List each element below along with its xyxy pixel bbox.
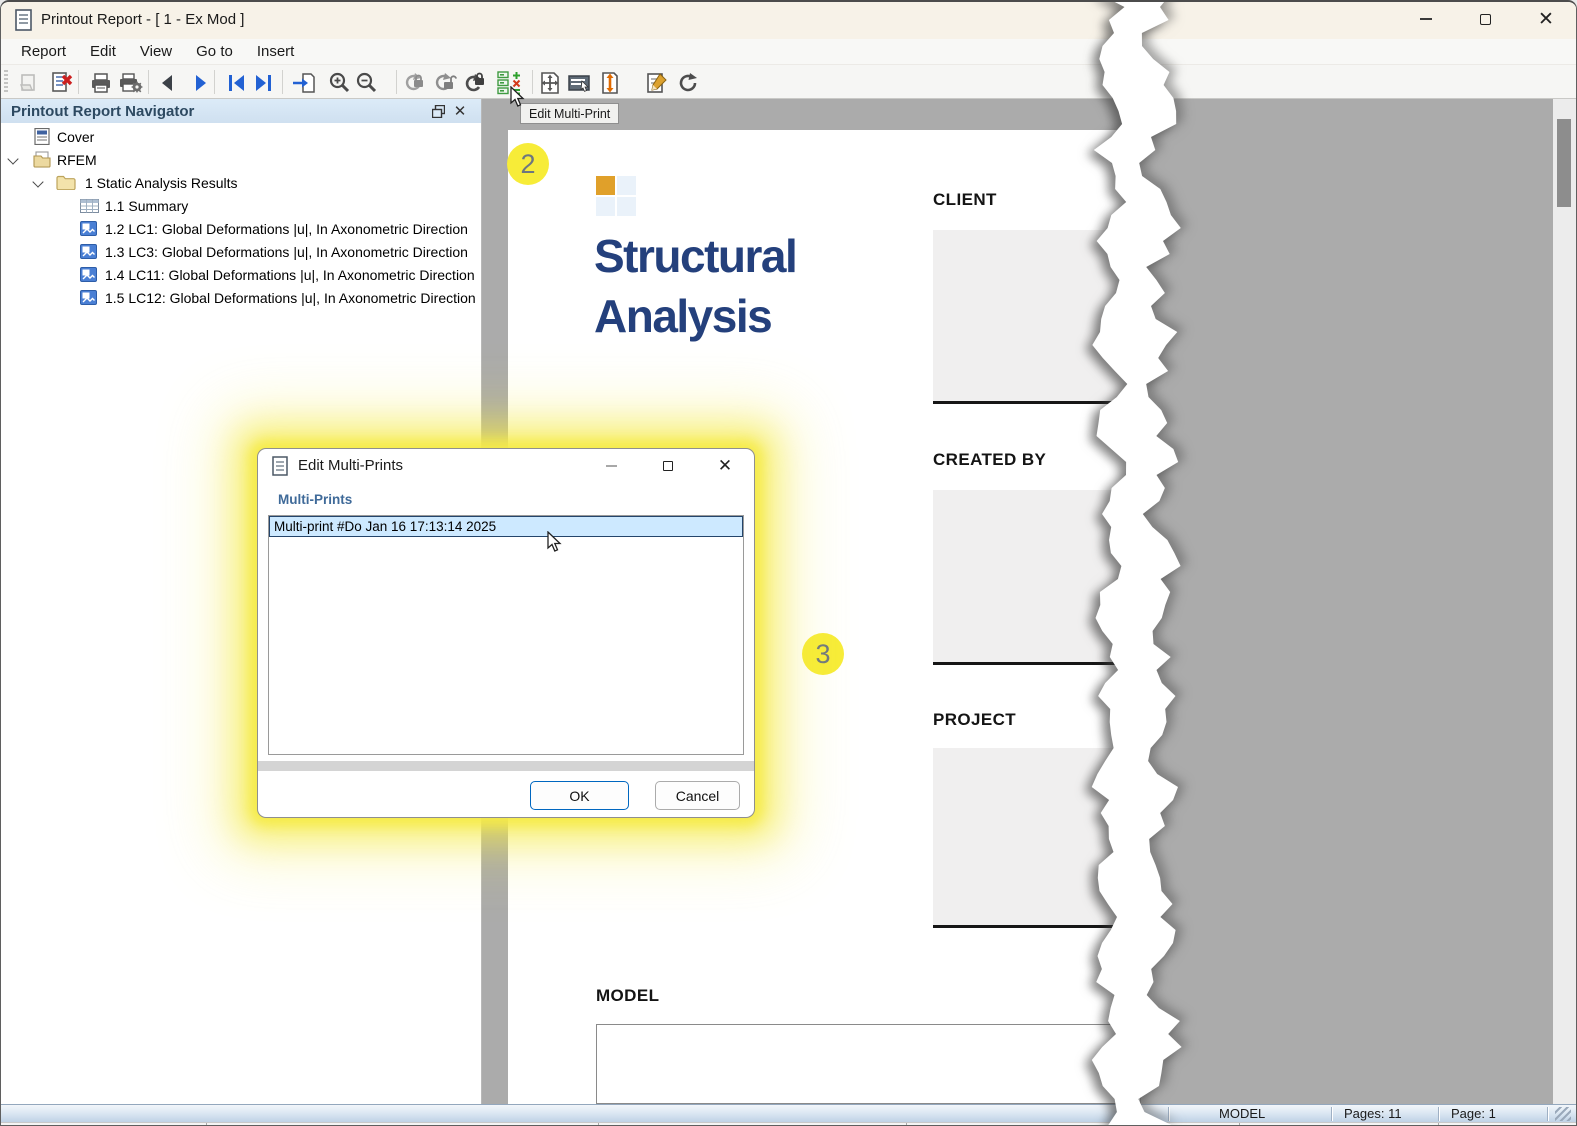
menu-report[interactable]: Report bbox=[9, 40, 78, 63]
minimize-button[interactable] bbox=[1403, 2, 1449, 36]
multi-print-list-item[interactable]: Multi-print #Do Jan 16 17:13:14 2025 bbox=[269, 516, 743, 537]
tree-item-lc3[interactable]: 1.3 LC3: Global Deformations |u|, In Axo… bbox=[1, 240, 481, 263]
model-label: MODEL bbox=[596, 986, 660, 1005]
dialog-maximize-button[interactable] bbox=[653, 453, 683, 479]
chevron-down-icon[interactable] bbox=[8, 155, 18, 165]
graphic-image-icon bbox=[80, 267, 97, 282]
bottom-edge-strip bbox=[1, 1122, 1576, 1125]
title-bar: Printout Report - [ 1 - Ex Mod ] ✕ bbox=[1, 2, 1576, 39]
navigator-tree: Cover RFEM 1 Static Analysis Results 1.1… bbox=[1, 125, 481, 309]
dialog-document-icon bbox=[272, 456, 289, 477]
vertical-scrollbar[interactable] bbox=[1553, 99, 1576, 1104]
refresh-icon[interactable] bbox=[675, 69, 701, 96]
table-icon bbox=[80, 199, 99, 213]
previous-page-icon[interactable] bbox=[155, 69, 181, 96]
graphic-image-icon bbox=[80, 290, 97, 305]
rfem-model-icon bbox=[33, 151, 52, 168]
folder-icon bbox=[56, 175, 76, 190]
dialog-close-button[interactable]: ✕ bbox=[710, 453, 740, 479]
tree-item-cover[interactable]: Cover bbox=[1, 125, 481, 148]
first-page-icon[interactable] bbox=[223, 69, 249, 96]
project-label: PROJECT bbox=[933, 710, 1017, 729]
client-field bbox=[933, 230, 1143, 404]
move-page-icon[interactable] bbox=[597, 69, 623, 96]
mouse-cursor bbox=[510, 86, 530, 108]
status-page: Page: 1 bbox=[1451, 1106, 1496, 1121]
chevron-down-icon[interactable] bbox=[33, 178, 43, 188]
tree-item-lc12[interactable]: 1.5 LC12: Global Deformations |u|, In Ax… bbox=[1, 286, 481, 309]
navigator-title: Printout Report Navigator bbox=[11, 102, 195, 120]
window-title: Printout Report - [ 1 - Ex Mod ] bbox=[41, 11, 245, 28]
graphic-image-icon bbox=[80, 244, 97, 259]
project-field bbox=[933, 748, 1143, 928]
status-pages: Pages: 11 bbox=[1344, 1106, 1402, 1121]
fit-page-icon[interactable] bbox=[537, 69, 563, 96]
zoom-out-icon[interactable] bbox=[353, 69, 379, 96]
menu-bar: Report Edit View Go to Insert bbox=[1, 39, 1576, 64]
model-field bbox=[596, 1024, 1141, 1104]
tree-item-rfem[interactable]: RFEM bbox=[1, 148, 481, 171]
next-page-icon[interactable] bbox=[187, 69, 213, 96]
created-by-label: CREATED BY bbox=[933, 450, 1047, 469]
print-icon[interactable] bbox=[88, 69, 114, 96]
ok-button[interactable]: OK bbox=[530, 781, 629, 810]
close-panel-icon[interactable]: ✕ bbox=[451, 102, 469, 120]
sync-lock-icon[interactable] bbox=[401, 69, 427, 96]
sync-lock-alt-icon[interactable] bbox=[461, 69, 487, 96]
tree-item-summary[interactable]: 1.1 Summary bbox=[1, 194, 481, 217]
dialog-title: Edit Multi-Prints bbox=[298, 457, 404, 474]
sync-unlock-icon[interactable] bbox=[431, 69, 457, 96]
cover-title: Structural Analysis bbox=[594, 230, 798, 342]
navigator-header: Printout Report Navigator ✕ bbox=[1, 99, 481, 123]
selection-mode-icon[interactable] bbox=[567, 69, 593, 96]
print-settings-icon[interactable] bbox=[118, 69, 144, 96]
multi-prints-group-label: Multi-Prints bbox=[278, 492, 353, 507]
resize-grip[interactable] bbox=[1555, 1107, 1571, 1121]
mouse-cursor bbox=[547, 531, 567, 553]
tree-item-lc1[interactable]: 1.2 LC1: Global Deformations |u|, In Axo… bbox=[1, 217, 481, 240]
step-badge-3: 3 bbox=[802, 633, 844, 675]
graphic-image-icon bbox=[80, 221, 97, 236]
edit-multi-prints-dialog: Edit Multi-Prints ✕ Multi-Prints Multi-p… bbox=[258, 449, 754, 817]
scrollbar-thumb[interactable] bbox=[1557, 119, 1571, 207]
print-preview-icon[interactable] bbox=[16, 69, 42, 96]
maximize-button[interactable] bbox=[1462, 2, 1508, 36]
multi-prints-listbox[interactable]: Multi-print #Do Jan 16 17:13:14 2025 bbox=[268, 515, 744, 755]
dialog-minimize-button[interactable] bbox=[596, 453, 626, 479]
status-model: MODEL bbox=[1219, 1106, 1266, 1121]
toolbar-grip bbox=[4, 70, 8, 94]
step-badge-2: 2 bbox=[507, 143, 549, 185]
toolbar bbox=[1, 64, 1576, 161]
last-page-icon[interactable] bbox=[251, 69, 277, 96]
tree-item-static-analysis-results[interactable]: 1 Static Analysis Results bbox=[1, 171, 481, 194]
tree-item-lc11[interactable]: 1.4 LC11: Global Deformations |u|, In Ax… bbox=[1, 263, 481, 286]
client-label: CLIENT bbox=[933, 190, 997, 209]
edit-multi-print-tooltip: Edit Multi-Print bbox=[520, 103, 620, 124]
edit-page-icon[interactable] bbox=[644, 69, 670, 96]
created-by-field bbox=[933, 490, 1143, 665]
delete-report-icon[interactable] bbox=[49, 69, 75, 96]
menu-edit[interactable]: Edit bbox=[78, 40, 128, 63]
dialog-title-bar: Edit Multi-Prints ✕ bbox=[258, 449, 754, 483]
menu-view[interactable]: View bbox=[128, 40, 184, 63]
printout-report-window: Printout Report - [ 1 - Ex Mod ] ✕ Repor… bbox=[0, 0, 1577, 1126]
status-bar: MODEL Pages: 11 Page: 1 bbox=[1, 1104, 1576, 1122]
go-to-page-icon[interactable] bbox=[291, 69, 317, 96]
zoom-in-icon[interactable] bbox=[326, 69, 352, 96]
menu-insert[interactable]: Insert bbox=[245, 40, 307, 63]
dialog-separator bbox=[258, 761, 754, 771]
company-logo bbox=[596, 176, 636, 216]
report-document-icon bbox=[15, 9, 34, 32]
cancel-button[interactable]: Cancel bbox=[655, 781, 740, 810]
cover-page-icon bbox=[34, 128, 51, 145]
close-button[interactable]: ✕ bbox=[1523, 2, 1569, 36]
menu-goto[interactable]: Go to bbox=[184, 40, 245, 63]
float-panel-icon[interactable] bbox=[429, 102, 447, 120]
